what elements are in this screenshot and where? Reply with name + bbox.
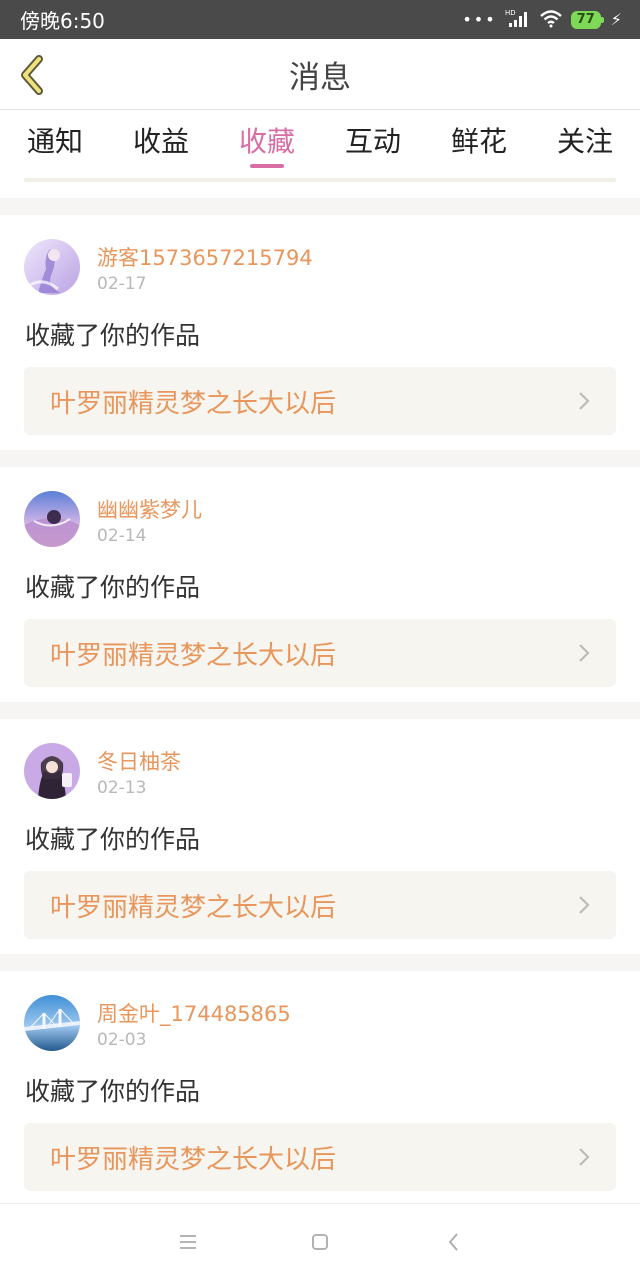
work-title: 叶罗丽精灵梦之长大以后 bbox=[50, 388, 337, 419]
work-link[interactable]: 叶罗丽精灵梦之长大以后 bbox=[24, 1123, 616, 1191]
menu-icon[interactable] bbox=[176, 1230, 200, 1254]
list-item: 周金叶_174485865 02-03 收藏了你的作品 叶罗丽精灵梦之长大以后 bbox=[0, 971, 640, 1206]
avatar[interactable] bbox=[24, 491, 80, 547]
battery-icon: 77 bbox=[570, 10, 604, 29]
message-date: 02-13 bbox=[97, 778, 147, 798]
tab-favorites[interactable]: 收藏 bbox=[239, 120, 295, 160]
username[interactable]: 幽幽紫梦儿 bbox=[97, 494, 202, 524]
status-time: 傍晚6:50 bbox=[20, 9, 105, 33]
chevron-right-icon bbox=[579, 644, 590, 662]
tab-notifications[interactable]: 通知 bbox=[27, 120, 83, 160]
wifi-icon bbox=[539, 8, 563, 32]
message-date: 02-14 bbox=[97, 526, 147, 546]
avatar[interactable] bbox=[24, 743, 80, 799]
action-text: 收藏了你的作品 bbox=[25, 825, 201, 854]
status-icons: ••• HD 77 ⚡ bbox=[462, 8, 622, 32]
chevron-right-icon bbox=[579, 1148, 590, 1166]
message-date: 02-17 bbox=[97, 274, 147, 294]
charging-icon: ⚡ bbox=[610, 10, 622, 29]
avatar[interactable] bbox=[24, 239, 80, 295]
action-text: 收藏了你的作品 bbox=[25, 321, 201, 350]
chevron-left-icon bbox=[21, 55, 43, 95]
page-title: 消息 bbox=[289, 59, 351, 96]
list-item: 幽幽紫梦儿 02-14 收藏了你的作品 叶罗丽精灵梦之长大以后 bbox=[0, 467, 640, 702]
tab-divider bbox=[24, 178, 616, 182]
status-bar: 傍晚6:50 ••• HD 77 ⚡ bbox=[0, 0, 640, 39]
dots-icon: ••• bbox=[462, 10, 497, 29]
work-title: 叶罗丽精灵梦之长大以后 bbox=[50, 1144, 337, 1175]
work-link[interactable]: 叶罗丽精灵梦之长大以后 bbox=[24, 871, 616, 939]
avatar[interactable] bbox=[24, 995, 80, 1051]
tab-earnings[interactable]: 收益 bbox=[133, 120, 189, 160]
tab-follows[interactable]: 关注 bbox=[557, 120, 613, 160]
tab-interactions[interactable]: 互动 bbox=[345, 120, 401, 160]
svg-text:HD: HD bbox=[505, 9, 516, 17]
username[interactable]: 游客1573657215794 bbox=[97, 242, 313, 272]
home-icon[interactable] bbox=[308, 1230, 332, 1254]
back-button[interactable] bbox=[12, 53, 52, 97]
username[interactable]: 周金叶_174485865 bbox=[97, 998, 291, 1028]
list-item: 冬日柚茶 02-13 收藏了你的作品 叶罗丽精灵梦之长大以后 bbox=[0, 719, 640, 954]
work-title: 叶罗丽精灵梦之长大以后 bbox=[50, 892, 337, 923]
action-text: 收藏了你的作品 bbox=[25, 1077, 201, 1106]
list-item: 游客1573657215794 02-17 收藏了你的作品 叶罗丽精灵梦之长大以… bbox=[0, 215, 640, 450]
work-link[interactable]: 叶罗丽精灵梦之长大以后 bbox=[24, 367, 616, 435]
header: 消息 bbox=[0, 39, 640, 110]
work-title: 叶罗丽精灵梦之长大以后 bbox=[50, 640, 337, 671]
active-tab-indicator bbox=[250, 164, 284, 168]
chevron-right-icon bbox=[579, 896, 590, 914]
username[interactable]: 冬日柚茶 bbox=[97, 746, 181, 776]
tab-bar: 通知 收益 收藏 互动 鲜花 关注 bbox=[0, 110, 640, 198]
tab-flowers[interactable]: 鲜花 bbox=[451, 120, 507, 160]
action-text: 收藏了你的作品 bbox=[25, 573, 201, 602]
battery-level: 77 bbox=[576, 12, 595, 27]
message-date: 02-03 bbox=[97, 1030, 147, 1050]
message-list: 游客1573657215794 02-17 收藏了你的作品 叶罗丽精灵梦之长大以… bbox=[0, 198, 640, 1206]
work-link[interactable]: 叶罗丽精灵梦之长大以后 bbox=[24, 619, 616, 687]
hd-signal-icon: HD bbox=[505, 8, 531, 32]
chevron-right-icon bbox=[579, 392, 590, 410]
back-icon[interactable] bbox=[442, 1230, 466, 1254]
system-nav-bar bbox=[0, 1203, 640, 1280]
